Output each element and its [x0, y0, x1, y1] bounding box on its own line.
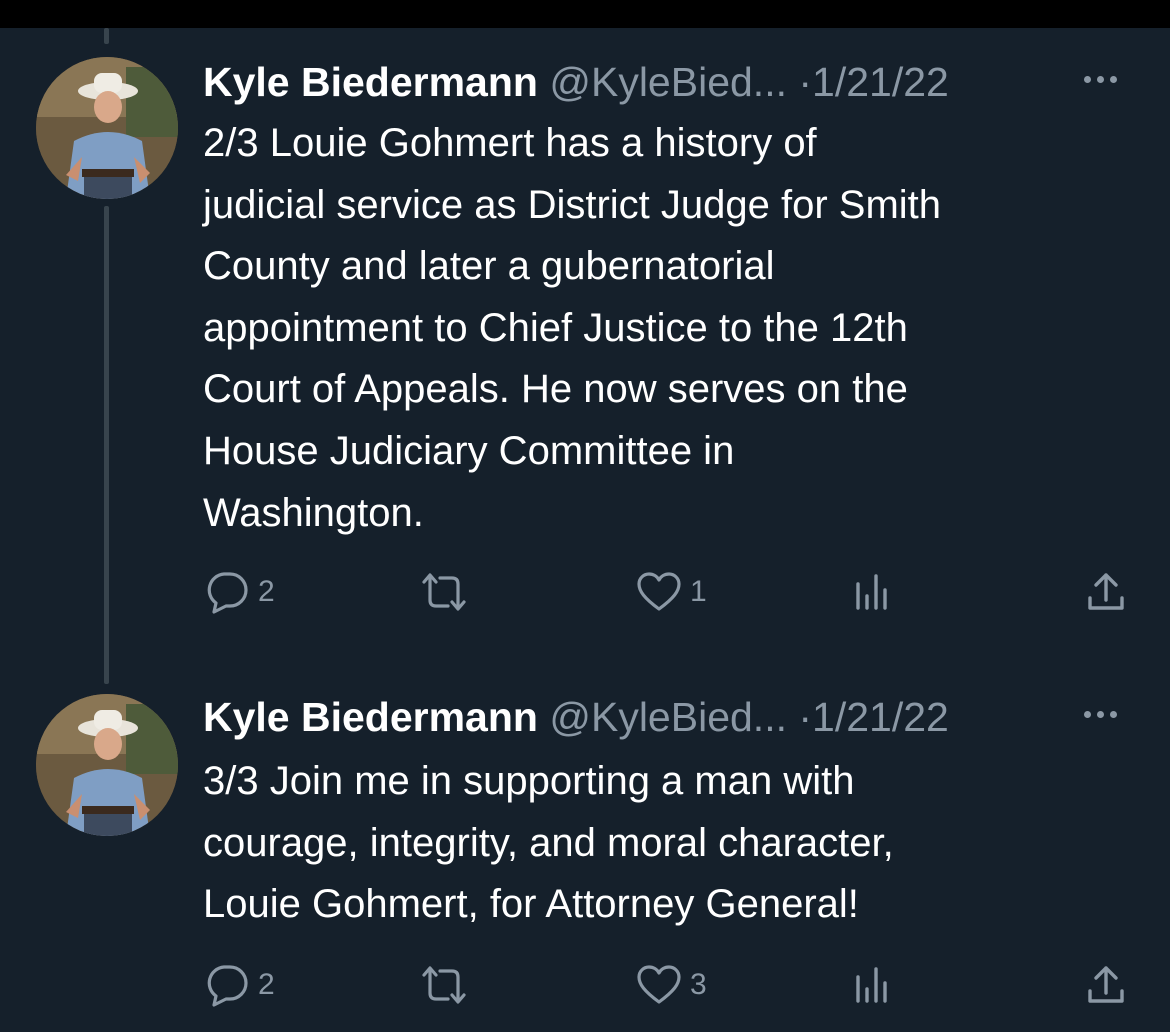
share-icon: [1088, 966, 1124, 1003]
reply-icon: [207, 965, 248, 1007]
like-count: 3: [690, 968, 707, 1001]
share-button[interactable]: [1084, 962, 1128, 1008]
avatar[interactable]: [36, 57, 178, 199]
reply-count: 2: [258, 575, 275, 608]
like-button[interactable]: 3: [636, 962, 707, 1008]
more-options-icon[interactable]: [1084, 704, 1130, 724]
tweet-header: Kyle Biedermann @KyleBied... ·1/21/22: [203, 57, 949, 107]
status-bar: [0, 0, 1170, 28]
tweet-text-line: appointment to Chief Justice to the 12th: [203, 305, 908, 350]
tweet-text-line: House Judiciary Committee in: [203, 428, 735, 473]
tweet-text-line: courage, integrity, and moral character,: [203, 820, 894, 865]
views-icon: [856, 967, 887, 1003]
reply-count: 2: [258, 968, 275, 1001]
like-button[interactable]: 1: [636, 569, 707, 615]
tweet-text-line: Louie Gohmert, for Attorney General!: [203, 882, 859, 927]
tweet-text: 3/3 Join me in supporting a man with cou…: [203, 751, 1103, 936]
views-icon: [856, 574, 887, 610]
reply-icon: [207, 572, 248, 614]
tweet[interactable]: Kyle Biedermann @KyleBied... ·1/21/22 3/…: [0, 692, 1170, 1032]
views-button[interactable]: [852, 569, 892, 615]
avatar-photo: [36, 694, 178, 836]
tweet-text-line: Washington.: [203, 490, 424, 535]
tweet-actions: 2 3: [0, 962, 1170, 1012]
tweet-text-line: judicial service as District Judge for S…: [203, 182, 942, 227]
reply-button[interactable]: 2: [204, 962, 275, 1008]
retweet-icon: [422, 573, 466, 611]
header-separator: ·: [798, 59, 813, 105]
author-name[interactable]: Kyle Biedermann: [203, 694, 538, 740]
reply-button[interactable]: 2: [204, 569, 275, 615]
tweet-actions: 2 1: [0, 569, 1170, 619]
tweet-text-line: 2/3 Louie Gohmert has a history of: [203, 121, 817, 165]
more-options-icon[interactable]: [1084, 69, 1130, 89]
author-handle[interactable]: @KyleBied...: [549, 59, 787, 105]
avatar-photo: [36, 57, 178, 199]
like-icon: [637, 965, 681, 1004]
retweet-button[interactable]: [416, 569, 472, 615]
header-separator: ·: [798, 694, 813, 740]
tweet-header: Kyle Biedermann @KyleBied... ·1/21/22: [203, 692, 949, 742]
tweet-text-line: County and later a gubernatorial: [203, 244, 775, 289]
tweet-text-line: 3/3 Join me in supporting a man with: [203, 759, 855, 803]
avatar[interactable]: [36, 694, 178, 836]
author-name[interactable]: Kyle Biedermann: [203, 59, 538, 105]
thread-line-top: [104, 28, 109, 44]
share-button[interactable]: [1084, 569, 1128, 615]
tweet-text-line: Court of Appeals. He now serves on the: [203, 367, 908, 412]
share-icon: [1088, 573, 1124, 610]
retweet-button[interactable]: [416, 962, 472, 1008]
retweet-icon: [422, 966, 466, 1004]
author-handle[interactable]: @KyleBied...: [549, 694, 787, 740]
tweet-date[interactable]: 1/21/22: [812, 59, 949, 105]
like-count: 1: [690, 575, 707, 608]
tweet[interactable]: Kyle Biedermann @KyleBied... ·1/21/22 2/…: [0, 57, 1170, 627]
tweet-text: 2/3 Louie Gohmert has a history of judic…: [203, 113, 1103, 544]
like-icon: [637, 572, 681, 611]
tweet-date[interactable]: 1/21/22: [812, 694, 949, 740]
views-button[interactable]: [852, 962, 892, 1008]
